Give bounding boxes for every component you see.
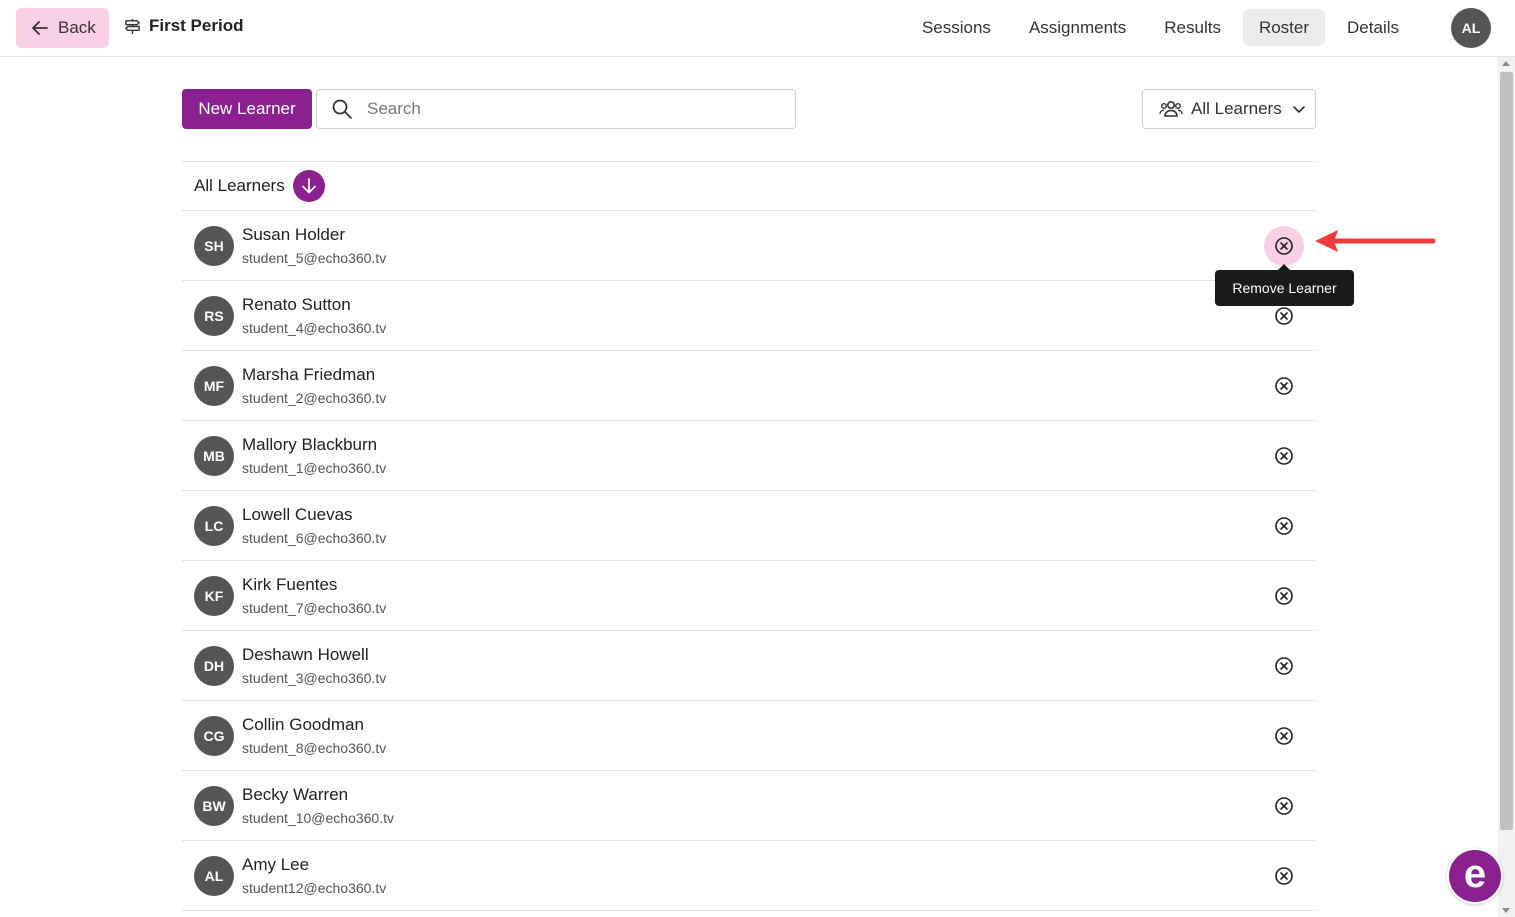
learner-email: student_4@echo360.tv <box>242 320 387 336</box>
learner-name: Collin Goodman <box>242 715 364 734</box>
close-circle-icon <box>1275 657 1293 675</box>
learner-name: Mallory Blackburn <box>242 435 378 454</box>
back-label: Back <box>58 18 96 37</box>
tab-results[interactable]: Results <box>1148 9 1237 46</box>
learner-avatar: AL <box>194 856 234 896</box>
learner-avatar: CG <box>194 716 234 756</box>
learner-name: Amy Lee <box>242 855 310 874</box>
learner-filter-dropdown[interactable]: All Learners <box>1142 89 1316 129</box>
learner-row: SH Susan Holder student_5@echo360.tv <box>182 211 1316 281</box>
learner-avatar: BW <box>194 786 234 826</box>
learner-avatar: DH <box>194 646 234 686</box>
learner-row: RS Renato Sutton student_4@echo360.tv <box>182 281 1316 351</box>
remove-learner-button[interactable] <box>1264 576 1304 616</box>
learner-email: student12@echo360.tv <box>242 880 387 896</box>
remove-learner-button[interactable] <box>1264 716 1304 756</box>
tab-sessions[interactable]: Sessions <box>906 9 1007 46</box>
list-header: All Learners <box>182 161 1316 211</box>
learner-email: student_8@echo360.tv <box>242 740 387 756</box>
course-title: First Period <box>149 16 244 35</box>
filter-label: All Learners <box>1191 99 1282 118</box>
help-chat-button[interactable]: e <box>1447 848 1503 904</box>
close-circle-icon <box>1275 587 1293 605</box>
learner-name: Renato Sutton <box>242 295 351 314</box>
remove-learner-tooltip: Remove Learner <box>1215 264 1354 306</box>
remove-learner-button[interactable] <box>1264 646 1304 686</box>
signpost-icon <box>125 18 140 34</box>
learner-list: All Learners SH Susan Holder student_5@ech… <box>182 161 1316 911</box>
annotation-arrow-icon <box>1315 230 1436 252</box>
search-input[interactable] <box>367 99 767 119</box>
remove-learner-button[interactable] <box>1264 436 1304 476</box>
search-icon <box>332 99 352 119</box>
learner-row: MF Marsha Friedman student_2@echo360.tv <box>182 351 1316 421</box>
users-icon <box>1159 100 1183 117</box>
close-circle-icon <box>1275 517 1293 535</box>
learner-avatar: LC <box>194 506 234 546</box>
learner-row: CG Collin Goodman student_8@echo360.tv <box>182 701 1316 771</box>
learner-name: Susan Holder <box>242 225 346 244</box>
main-nav: Sessions Assignments Results Roster Deta… <box>900 9 1415 46</box>
learner-email: student_5@echo360.tv <box>242 250 387 266</box>
user-avatar[interactable]: AL <box>1451 8 1491 48</box>
arrow-down-icon <box>301 178 316 194</box>
remove-learner-button[interactable] <box>1264 786 1304 826</box>
top-bar: Back First Period Sessions Assignments R… <box>0 0 1515 57</box>
close-circle-icon <box>1275 727 1293 745</box>
remove-learner-button[interactable] <box>1264 366 1304 406</box>
new-learner-button[interactable]: New Learner <box>182 89 312 129</box>
learner-avatar: KF <box>194 576 234 616</box>
close-circle-icon <box>1275 377 1293 395</box>
learner-email: student_1@echo360.tv <box>242 460 387 476</box>
close-circle-icon <box>1275 447 1293 465</box>
sort-button[interactable] <box>292 170 325 202</box>
learner-email: student_7@echo360.tv <box>242 600 387 616</box>
scroll-up-arrow-icon[interactable] <box>1502 61 1510 66</box>
close-circle-icon <box>1275 237 1293 255</box>
remove-learner-button[interactable] <box>1264 856 1304 896</box>
remove-learner-button[interactable] <box>1264 506 1304 546</box>
back-button[interactable]: Back <box>16 8 109 48</box>
close-circle-icon <box>1275 307 1293 325</box>
learner-email: student_3@echo360.tv <box>242 670 387 686</box>
tab-roster[interactable]: Roster <box>1242 9 1326 46</box>
learner-name: Marsha Friedman <box>242 365 376 384</box>
learner-avatar: SH <box>194 226 234 266</box>
search-box[interactable] <box>316 89 796 129</box>
learner-avatar: MB <box>194 436 234 476</box>
scroll-down-arrow-icon[interactable] <box>1502 908 1510 913</box>
learner-row: KF Kirk Fuentes student_7@echo360.tv <box>182 561 1316 631</box>
arrow-left-icon <box>32 21 48 35</box>
course-title-group: First Period <box>124 16 243 36</box>
tab-details[interactable]: Details <box>1331 9 1415 46</box>
learner-avatar: RS <box>194 296 234 336</box>
vertical-scrollbar[interactable] <box>1498 57 1515 917</box>
tab-assignments[interactable]: Assignments <box>1013 9 1142 46</box>
close-circle-icon <box>1275 867 1293 885</box>
list-header-label: All Learners <box>194 176 285 195</box>
learner-name: Lowell Cuevas <box>242 505 353 524</box>
echo-logo-icon: e <box>1463 852 1487 896</box>
learner-name: Becky Warren <box>242 785 349 804</box>
learner-email: student_10@echo360.tv <box>242 810 394 826</box>
chevron-down-icon <box>1292 106 1305 113</box>
learner-row: BW Becky Warren student_10@echo360.tv <box>182 771 1316 841</box>
scroll-thumb[interactable] <box>1500 72 1513 830</box>
learner-row: LC Lowell Cuevas student_6@echo360.tv <box>182 491 1316 561</box>
learner-email: student_6@echo360.tv <box>242 530 387 546</box>
learner-avatar: MF <box>194 366 234 406</box>
remove-learner-button[interactable] <box>1264 226 1304 266</box>
learner-row: AL Amy Lee student12@echo360.tv <box>182 841 1316 911</box>
close-circle-icon <box>1275 797 1293 815</box>
learner-name: Deshawn Howell <box>242 645 369 664</box>
learner-email: student_2@echo360.tv <box>242 390 387 406</box>
learner-row: MB Mallory Blackburn student_1@echo360.tv <box>182 421 1316 491</box>
learner-name: Kirk Fuentes <box>242 575 338 594</box>
learner-row: DH Deshawn Howell student_3@echo360.tv <box>182 631 1316 701</box>
